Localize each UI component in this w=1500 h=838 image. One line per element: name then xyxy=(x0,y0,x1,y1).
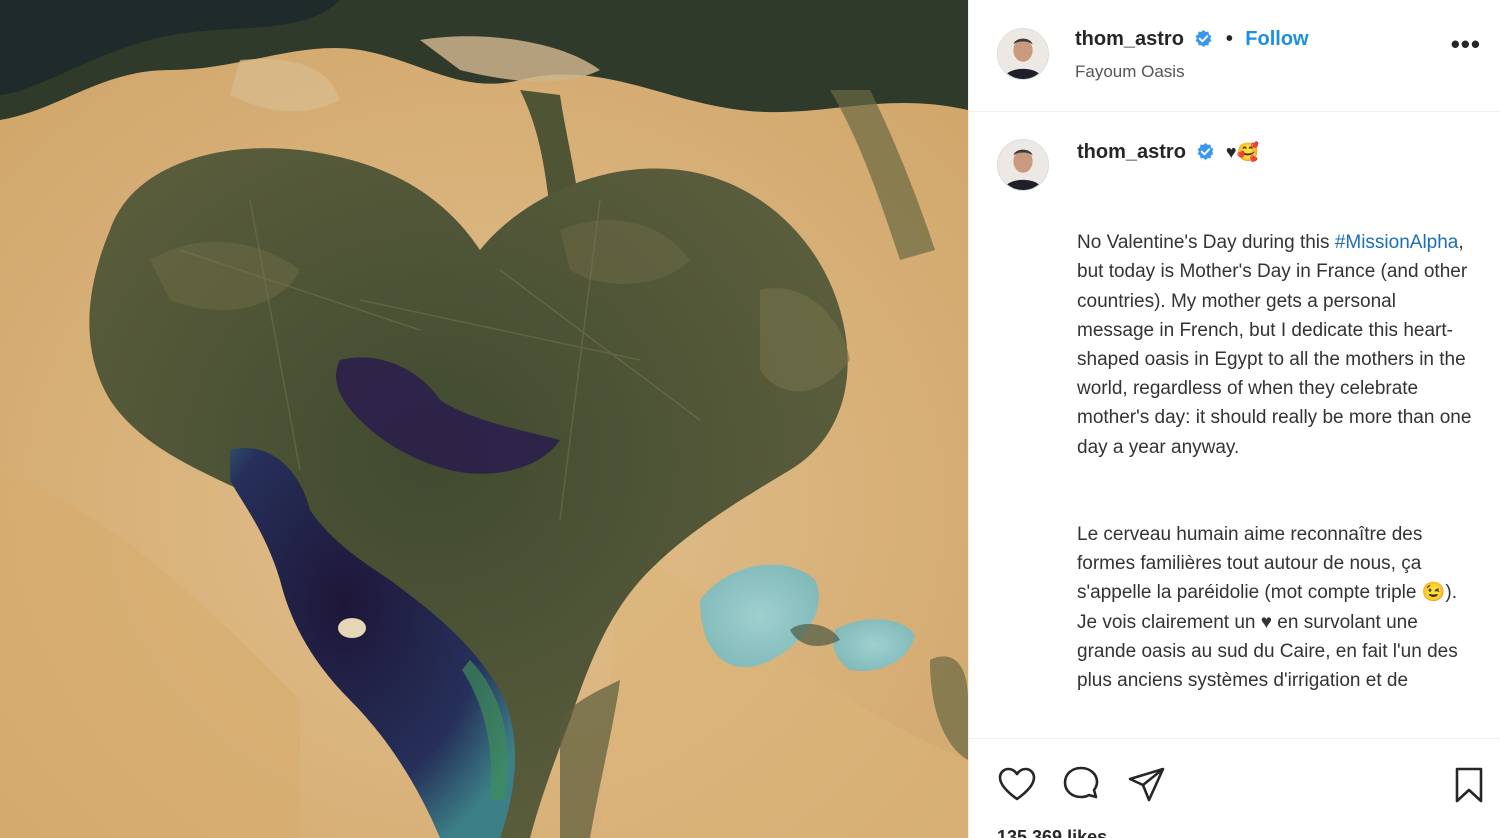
caption-text-part: No Valentine's Day during this xyxy=(1077,232,1335,254)
bookmark-icon[interactable] xyxy=(1449,765,1489,805)
caption-french: Le cerveau humain aime reconnaître des f… xyxy=(1077,524,1458,692)
username[interactable]: thom_astro xyxy=(1075,28,1184,50)
satellite-image-heart-oasis xyxy=(0,0,968,838)
post-sidebar: thom_astro • Follow Fayoum Oasis ••• tho… xyxy=(968,0,1500,838)
hashtag-link[interactable]: #MissionAlpha xyxy=(1335,232,1459,253)
avatar[interactable] xyxy=(997,28,1049,80)
comment-bubble-icon[interactable] xyxy=(1061,765,1101,805)
heart-icon[interactable] xyxy=(997,765,1037,805)
post-header: thom_astro • Follow Fayoum Oasis ••• xyxy=(969,0,1500,112)
profile-photo xyxy=(998,140,1048,190)
more-options-icon[interactable]: ••• xyxy=(1451,31,1481,57)
send-icon[interactable] xyxy=(1127,765,1167,805)
caption-text-part: , but today is Mother's Day in France (a… xyxy=(1077,232,1472,458)
caption-username[interactable]: thom_astro xyxy=(1077,141,1186,163)
likes-count[interactable]: 135 369 likes xyxy=(997,827,1107,838)
avatar[interactable] xyxy=(997,139,1049,191)
caption-text: No Valentine's Day during this #MissionA… xyxy=(1077,199,1477,737)
location-link[interactable]: Fayoum Oasis xyxy=(1075,62,1185,82)
verified-badge-icon xyxy=(1197,142,1214,161)
action-bar: 135 369 likes xyxy=(969,738,1500,838)
caption-english: No Valentine's Day during this #MissionA… xyxy=(1077,228,1477,462)
separator-dot: • xyxy=(1225,28,1233,50)
post-photo[interactable] xyxy=(0,0,968,838)
caption-area: thom_astro ♥🥰 No Valentine's Day during … xyxy=(969,113,1500,737)
verified-badge-icon xyxy=(1195,29,1212,48)
caption-emojis: ♥🥰 xyxy=(1225,142,1259,162)
profile-photo xyxy=(998,29,1048,79)
follow-button[interactable]: Follow xyxy=(1245,28,1308,50)
